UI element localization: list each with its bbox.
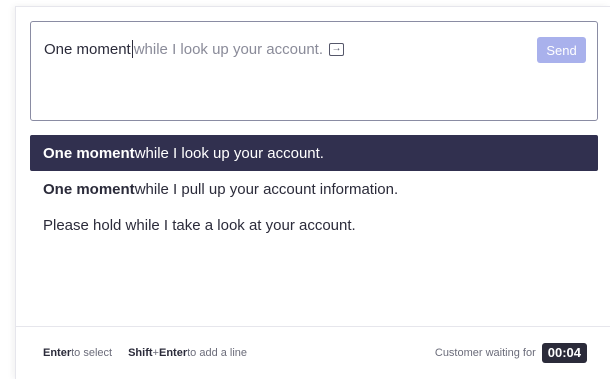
suggestion-item[interactable]: One moment while I pull up your account … (30, 171, 598, 207)
composer-text[interactable]: One moment while I look up your account.… (44, 40, 344, 58)
customer-waiting: Customer waiting for 00:04 (435, 343, 587, 363)
waiting-label: Customer waiting for (434, 347, 536, 359)
suggestion-item[interactable]: Please hold while I take a look at your … (30, 207, 598, 243)
enter-key-label-2: Enter (158, 347, 188, 359)
wait-timer-badge: 00:04 (541, 343, 587, 363)
suggestion-list: One moment while I look up your account.… (30, 135, 598, 243)
suggestion-match: One moment (43, 144, 135, 162)
typed-text: One moment (44, 40, 131, 58)
enter-key-label: Enter (43, 347, 72, 359)
reply-composer[interactable]: One moment while I look up your account.… (30, 21, 598, 121)
suggestion-text: Please hold while I take a look at your … (43, 216, 356, 234)
suggestion-text: while I pull up your account information… (134, 180, 399, 198)
shift-key-label: Shift (128, 347, 153, 359)
send-button[interactable]: Send (537, 37, 586, 63)
enter-hint: to select (71, 347, 113, 359)
suggestion-item[interactable]: One moment while I look up your account. (30, 135, 598, 171)
enter-key-icon: → (329, 42, 344, 56)
keyboard-hints: Enter to select Shift + Enter to add a l… (43, 347, 247, 359)
suggestion-match: One moment (43, 180, 135, 198)
shift-enter-hint: to add a line (187, 347, 248, 359)
suggestion-text: while I look up your account. (134, 144, 324, 162)
text-caret (131, 40, 133, 58)
ghost-completion: while I look up your account. (133, 40, 323, 58)
composer-footer: Enter to select Shift + Enter to add a l… (15, 326, 610, 379)
